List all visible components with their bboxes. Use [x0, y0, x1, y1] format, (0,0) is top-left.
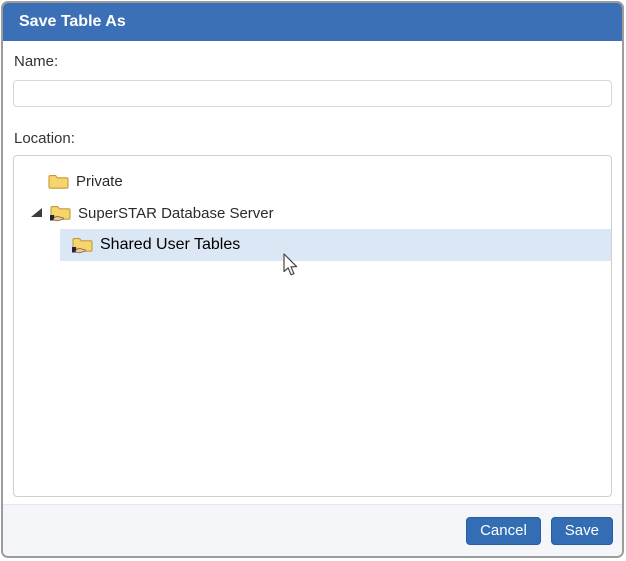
tree-item-label: Private: [76, 172, 123, 190]
name-input[interactable]: [13, 80, 612, 107]
cancel-button[interactable]: Cancel: [466, 516, 541, 545]
save-table-as-dialog: Save Table As Name: Location: Private Su…: [1, 1, 624, 558]
tree-item-shared-user-tables[interactable]: Shared User Tables: [14, 229, 611, 261]
dialog-footer: Cancel Save: [3, 504, 622, 556]
tree-item-label: SuperSTAR Database Server: [78, 204, 274, 222]
collapse-triangle-icon[interactable]: [31, 208, 43, 218]
tree-item-private[interactable]: Private: [14, 165, 611, 197]
selected-tree-row[interactable]: Shared User Tables: [60, 229, 611, 261]
folder-icon: [48, 174, 69, 189]
tree-item-label: Shared User Tables: [100, 236, 241, 253]
location-label: Location:: [14, 130, 75, 147]
location-tree: Private SuperSTAR Database Server Shared…: [13, 155, 612, 497]
tree-item-superstar-database-server[interactable]: SuperSTAR Database Server: [14, 197, 611, 229]
shared-folder-icon: [50, 206, 71, 222]
name-label: Name:: [14, 53, 59, 70]
dialog-title: Save Table As: [19, 13, 126, 30]
save-button[interactable]: Save: [550, 516, 613, 545]
shared-folder-icon: [72, 238, 93, 254]
dialog-titlebar: Save Table As: [3, 3, 622, 41]
